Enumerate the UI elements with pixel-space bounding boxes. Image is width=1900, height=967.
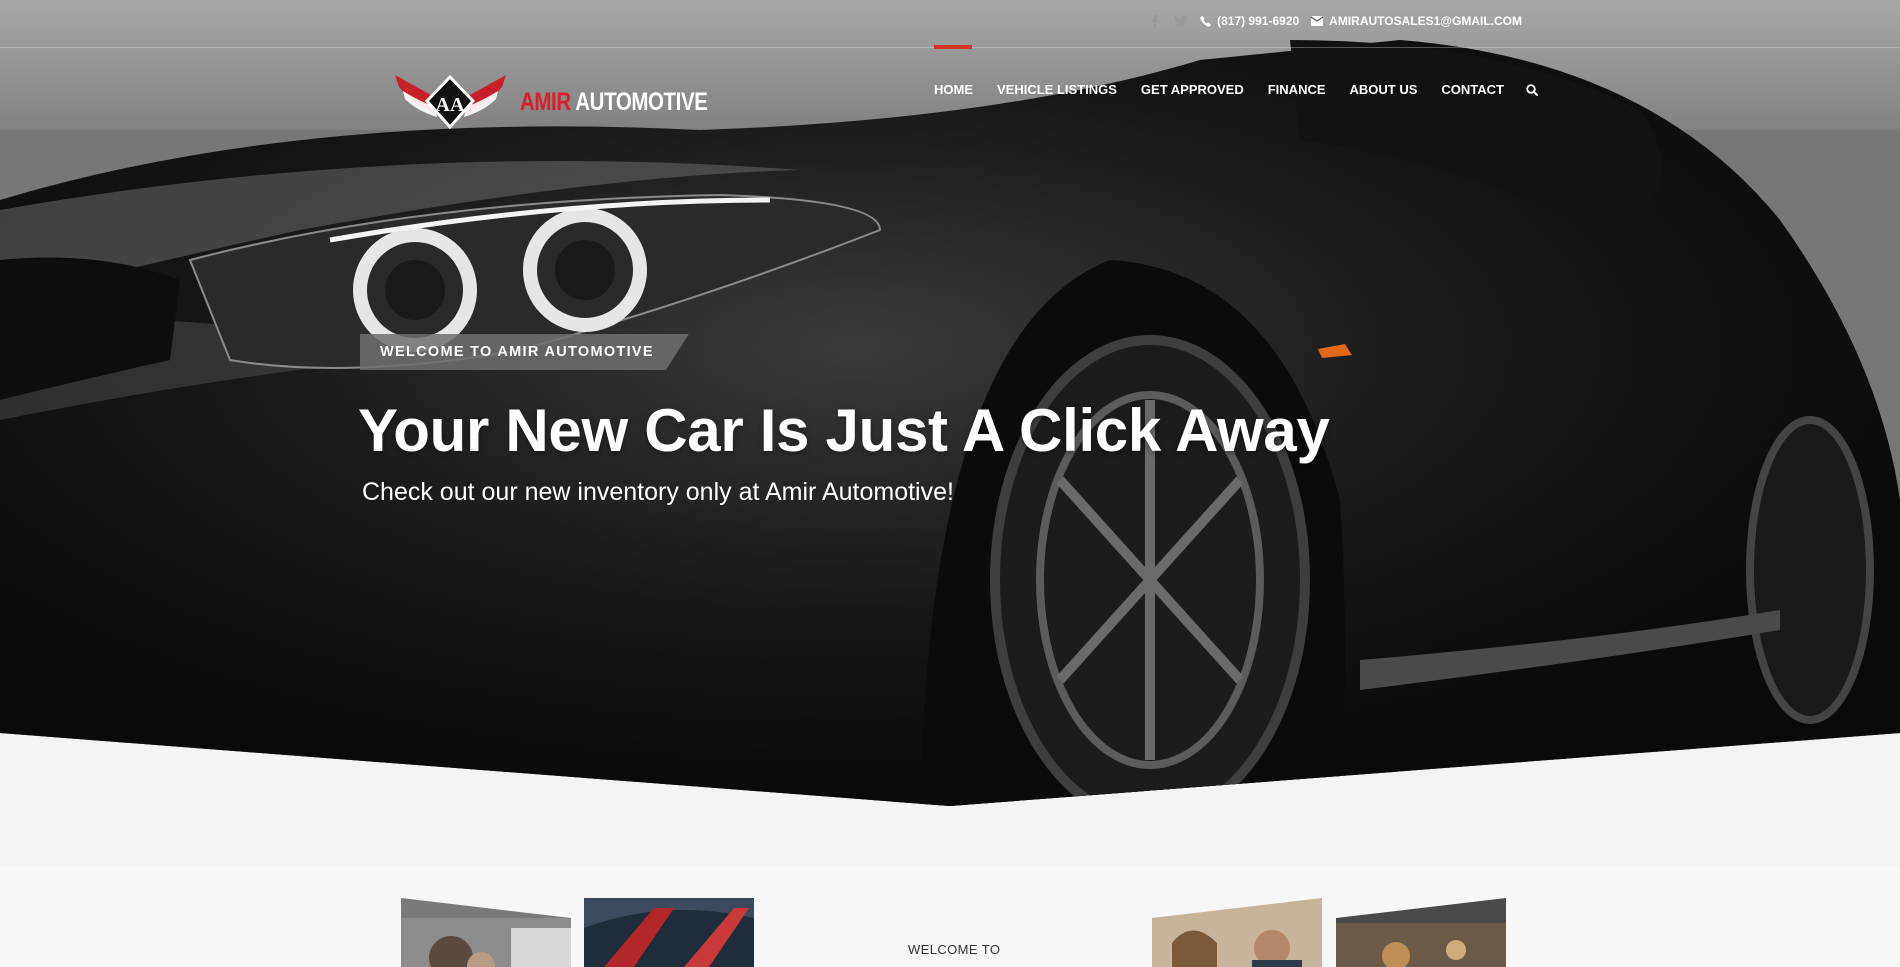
phone-contact[interactable]: (817) 991-6920 [1200, 14, 1299, 28]
hero-title: Your New Car Is Just A Click Away [358, 397, 1330, 464]
logo-wordmark: AMIR AUTOMOTIVE [520, 87, 708, 117]
nav-item-finance[interactable]: FINANCE [1256, 82, 1338, 97]
phone-number: (817) 991-6920 [1217, 14, 1300, 28]
envelope-icon [1311, 16, 1324, 26]
hero-subtitle: Check out our new inventory only at Amir… [362, 478, 954, 506]
gallery-photo-4 [1336, 898, 1506, 967]
welcome-label: WELCOME TO [908, 942, 1001, 957]
nav-item-home[interactable]: HOME [934, 45, 985, 97]
facebook-icon[interactable] [1148, 14, 1162, 28]
search-icon[interactable] [1526, 83, 1538, 96]
nav-item-about-us[interactable]: ABOUT US [1338, 82, 1430, 97]
topbar: (817) 991-6920 AMIRAUTOSALES1@GMAIL.COM [1148, 14, 1522, 28]
gallery-photo-2 [584, 898, 754, 967]
logo-name-red: AMIR [520, 87, 571, 116]
logo-mark-text: AA [436, 94, 465, 116]
twitter-icon[interactable] [1174, 14, 1189, 28]
email-contact[interactable]: AMIRAUTOSALES1@GMAIL.COM [1311, 14, 1522, 28]
main-nav: HOME VEHICLE LISTINGS GET APPROVED FINAN… [934, 45, 1538, 97]
hero-eyebrow: WELCOME TO AMIR AUTOMOTIVE [360, 334, 689, 370]
nav-item-vehicle-listings[interactable]: VEHICLE LISTINGS [985, 82, 1129, 97]
logo-emblem-icon: AA [395, 74, 506, 130]
hero-section: (817) 991-6920 AMIRAUTOSALES1@GMAIL.COM … [0, 0, 1900, 806]
gallery-photo-1 [401, 898, 571, 967]
phone-icon [1200, 15, 1211, 27]
site-logo[interactable]: AA AMIR AUTOMOTIVE [393, 71, 749, 133]
email-address: AMIRAUTOSALES1@GMAIL.COM [1329, 14, 1522, 28]
nav-item-get-approved[interactable]: GET APPROVED [1129, 82, 1256, 97]
logo-name-white: AUTOMOTIVE [575, 87, 708, 116]
gallery-photo-3 [1152, 898, 1322, 967]
page: (817) 991-6920 AMIRAUTOSALES1@GMAIL.COM … [0, 0, 1900, 967]
nav-item-contact[interactable]: CONTACT [1429, 82, 1516, 97]
